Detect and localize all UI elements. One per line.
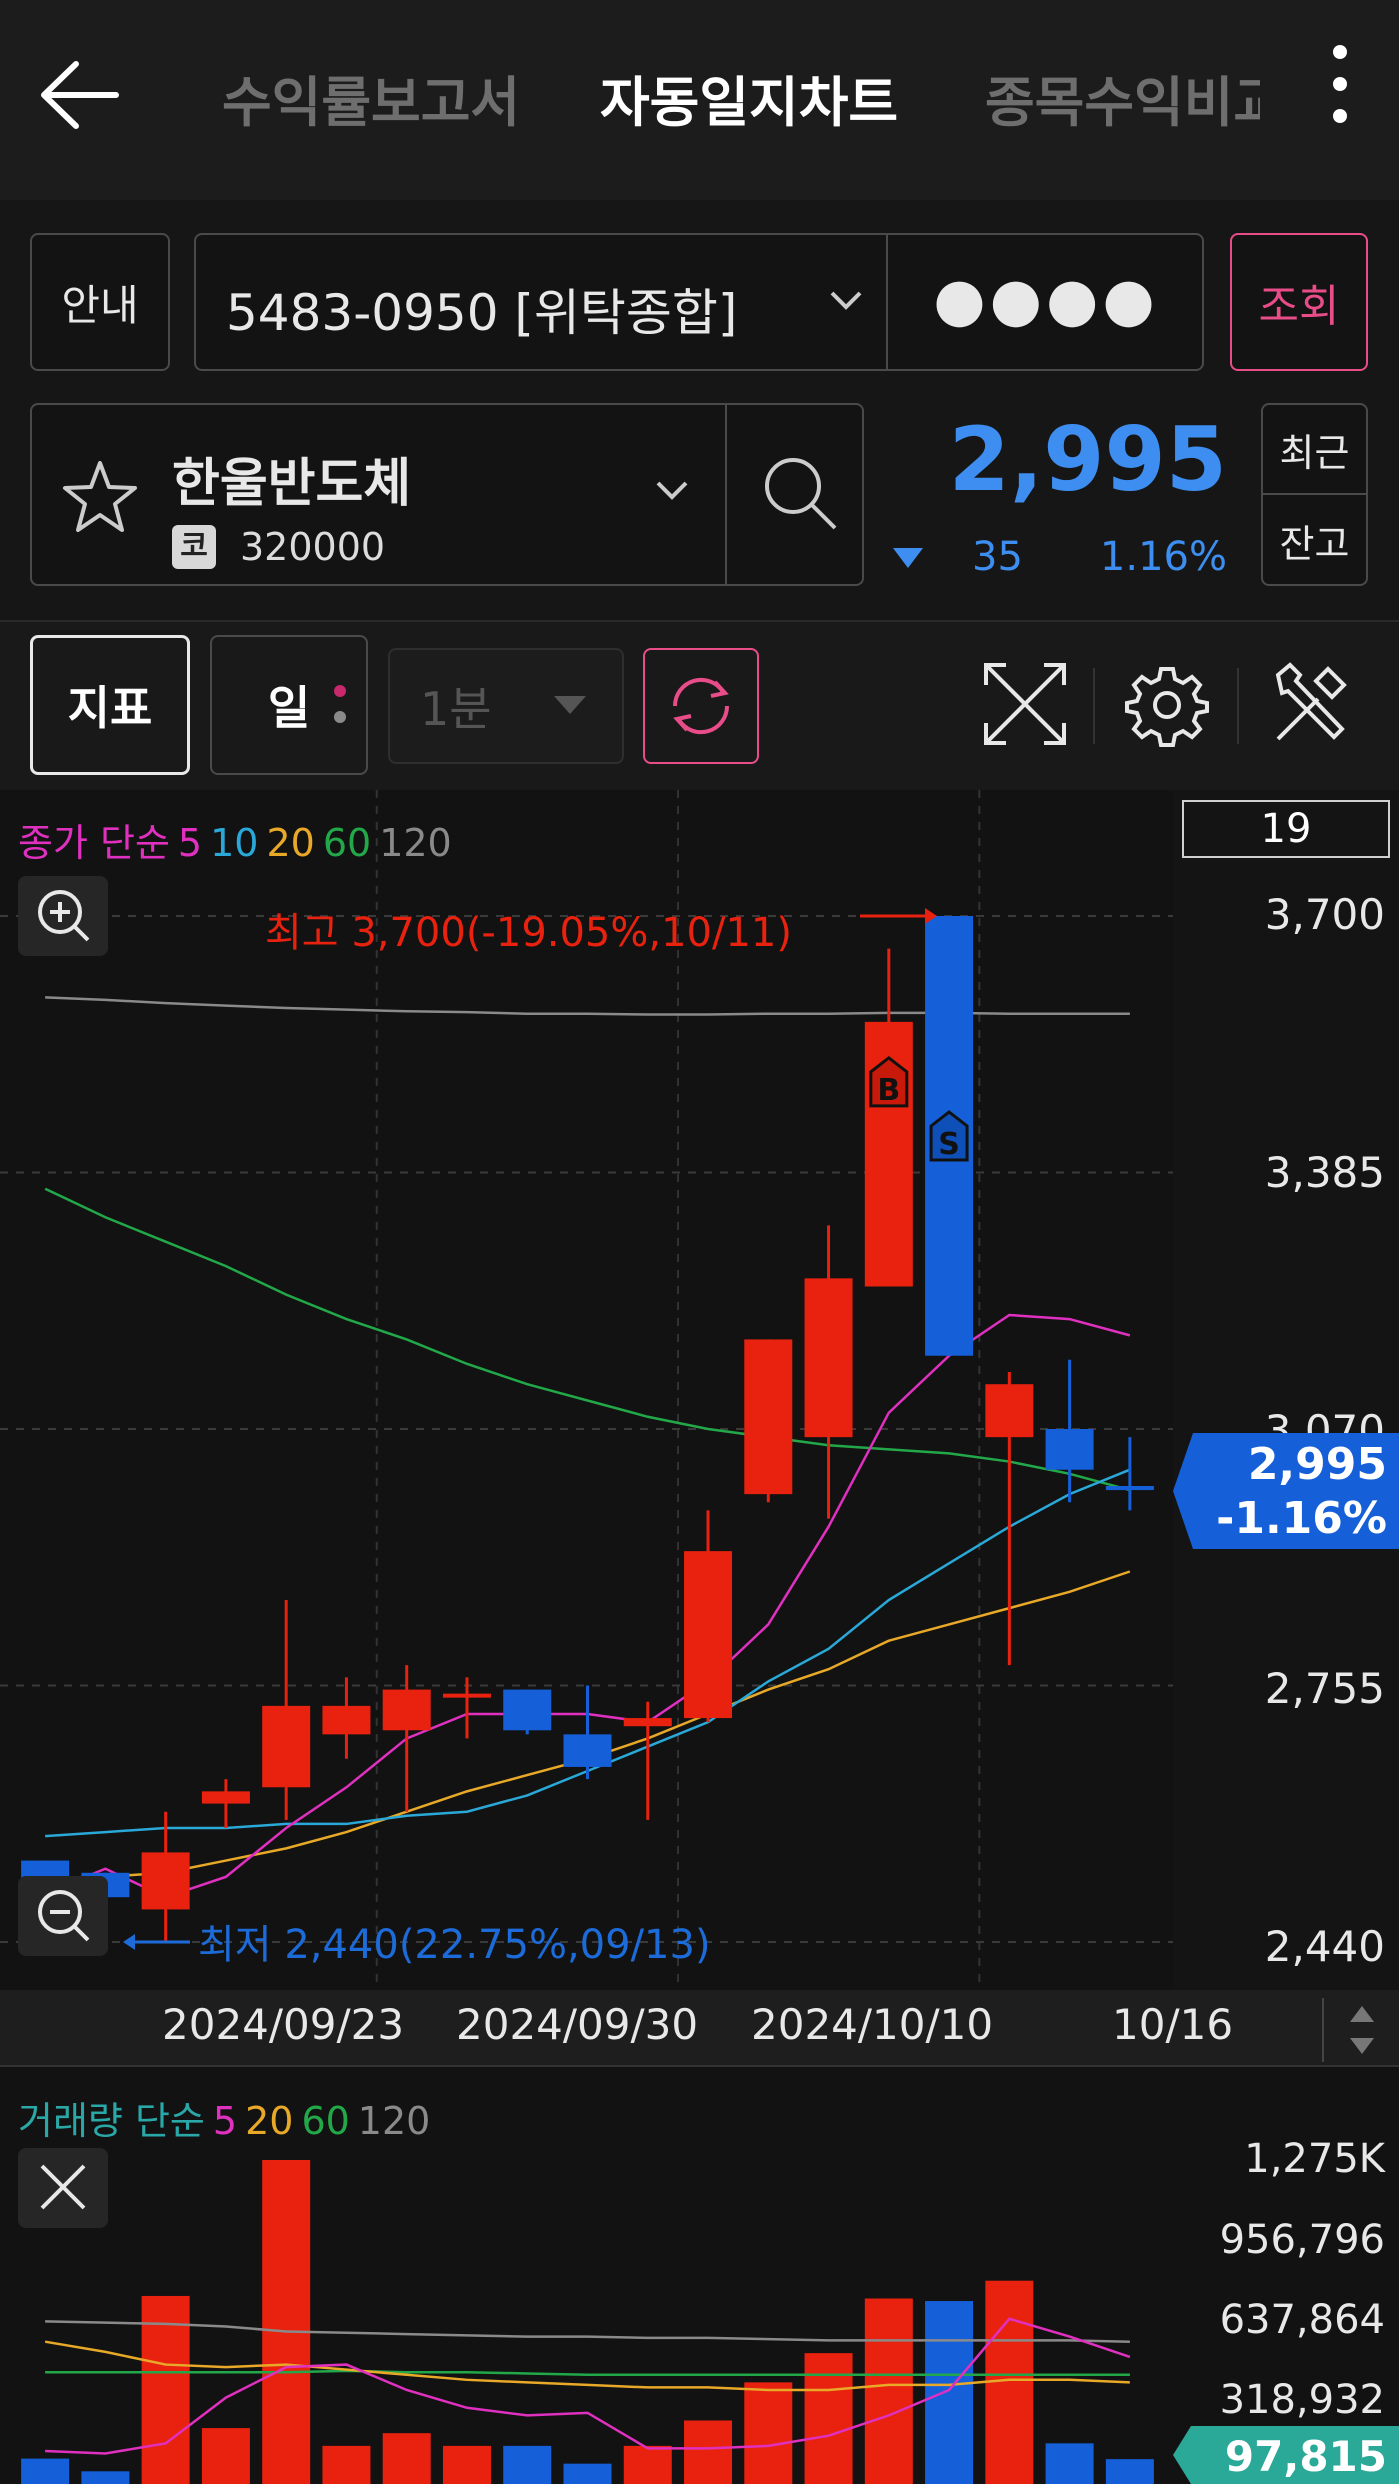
volume-bar	[201, 2428, 250, 2484]
price-tick: 2,440	[1264, 1922, 1385, 1971]
candle-body	[201, 1791, 250, 1804]
volume-ma-legend: 거래량 단순 5 20 60 120	[18, 2090, 438, 2145]
candle-body	[684, 1551, 733, 1719]
price-tick: 3,385	[1264, 1148, 1385, 1197]
legend-ma10: 10	[210, 821, 259, 865]
candle-body	[141, 1852, 190, 1910]
volume-bar	[864, 2298, 913, 2484]
low-annotation: 최저 2,440(22.75%,09/13)	[198, 1922, 711, 1968]
ma5-line	[44, 1313, 1131, 1899]
volume-tick: 637,864	[1219, 2297, 1385, 2343]
volume-tick: 1,275K	[1244, 2136, 1385, 2182]
close-icon	[40, 2164, 86, 2210]
zoom-out-button[interactable]	[18, 1876, 108, 1956]
price-tick: 3,700	[1264, 890, 1385, 939]
candle-count: 19	[1182, 800, 1390, 858]
current-price-tag: 2,995 -1.16%	[1173, 1433, 1399, 1549]
candle-body	[744, 1339, 793, 1495]
candle-body	[563, 1734, 612, 1767]
scroll-toggle[interactable]	[1322, 1998, 1399, 2062]
close-volume-button[interactable]	[18, 2148, 108, 2228]
current-volume-value: 97,815	[1224, 2432, 1387, 2481]
date-tick: 2024/10/10	[751, 2000, 994, 2049]
volume-bar	[262, 2160, 311, 2484]
current-price-tag-value: 2,995	[1247, 1439, 1387, 1490]
legend-ma5: 5	[177, 821, 203, 865]
volume-bar	[563, 2463, 612, 2484]
trade-marker-label: S	[938, 1127, 960, 1162]
candle-body	[1105, 1486, 1154, 1491]
candle-body	[322, 1705, 371, 1735]
candle-body	[1045, 1429, 1094, 1470]
price-ma-legend: 종가 단순 5 10 20 60 120	[18, 812, 460, 867]
trade-marker-label: B	[877, 1073, 900, 1108]
volume-bar	[503, 2445, 552, 2484]
volume-bar	[1045, 2443, 1094, 2484]
candle-body	[623, 1718, 672, 1727]
ma10-line	[45, 1468, 1131, 1838]
volume-legend-ma120: 120	[357, 2099, 431, 2143]
high-annotation: 최고 3,700(-19.05%,10/11)	[265, 910, 792, 956]
current-volume-tag: 97,815	[1173, 2426, 1399, 2484]
date-tick: 2024/09/23	[162, 2000, 405, 2049]
volume-bar	[1105, 2459, 1154, 2484]
volume-legend-ma5: 5	[212, 2099, 238, 2143]
candle-body	[442, 1693, 491, 1698]
current-price-tag-pct: -1.16%	[1216, 1493, 1387, 1544]
volume-bar	[382, 2433, 431, 2484]
volume-tick: 318,932	[1219, 2377, 1385, 2423]
zoom-in-icon	[38, 890, 90, 942]
volume-bar	[684, 2420, 733, 2484]
legend-ma60: 60	[322, 821, 372, 865]
candle-body	[382, 1689, 431, 1731]
volume-bar	[21, 2458, 70, 2484]
low-arrow-head	[123, 1934, 135, 1950]
volume-tick: 956,796	[1219, 2217, 1385, 2263]
volume-bar	[804, 2353, 853, 2484]
price-tick: 2,755	[1264, 1664, 1385, 1713]
volume-bar	[81, 2471, 130, 2484]
volume-bar	[744, 2382, 793, 2484]
volume-bar	[925, 2301, 974, 2484]
zoom-out-icon	[38, 1890, 90, 1942]
candle-body	[804, 1278, 853, 1438]
legend-title: 종가 단순	[18, 821, 170, 865]
volume-legend-ma20: 20	[245, 2099, 294, 2143]
candle-body	[262, 1705, 311, 1788]
volume-legend-title: 거래량 단순	[18, 2099, 205, 2143]
zoom-in-button[interactable]	[18, 876, 108, 956]
candle-body	[503, 1689, 552, 1731]
legend-ma120: 120	[379, 821, 452, 865]
date-tick: 10/16	[1112, 2000, 1234, 2049]
date-tick: 2024/09/30	[456, 2000, 699, 2049]
volume-legend-ma60: 60	[301, 2099, 350, 2143]
legend-ma20: 20	[266, 821, 315, 865]
up-down-arrows-icon	[1350, 2006, 1374, 2054]
candle-body	[985, 1384, 1034, 1438]
volume-bar	[442, 2445, 491, 2484]
volume-bar	[623, 2445, 672, 2484]
volume-bar	[322, 2445, 371, 2484]
